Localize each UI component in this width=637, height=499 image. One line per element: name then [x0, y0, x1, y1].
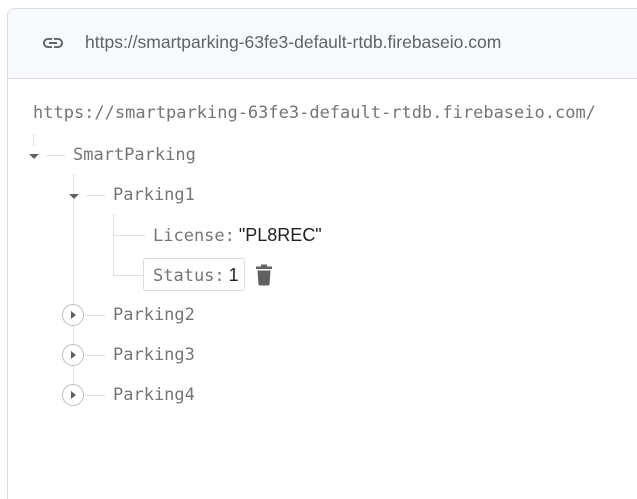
tree-connector-lines: [33, 134, 145, 396]
database-panel: https://smartparking-63fe3-default-rtdb.…: [7, 8, 637, 499]
database-root-url[interactable]: https://smartparking-63fe3-default-rtdb.…: [33, 103, 596, 123]
field-value[interactable]: 1: [229, 265, 239, 285]
trash-icon[interactable]: [254, 264, 274, 286]
field-key: License:: [153, 226, 235, 246]
field-value[interactable]: "PL8REC": [239, 225, 322, 245]
expand-arrow-icon[interactable]: [62, 344, 84, 366]
collapse-arrow-icon[interactable]: [69, 194, 79, 199]
field-key: Status:: [153, 266, 225, 286]
expand-arrow-icon[interactable]: [62, 384, 84, 406]
tree-node-parking4[interactable]: Parking4: [113, 385, 195, 405]
field-status[interactable]: Status: 1: [153, 265, 239, 287]
expand-arrow-icon[interactable]: [62, 304, 84, 326]
field-license[interactable]: License: "PL8REC": [153, 225, 322, 247]
tree-node-parking2[interactable]: Parking2: [113, 305, 195, 325]
collapse-arrow-icon[interactable]: [29, 154, 39, 159]
tree-node-parking3[interactable]: Parking3: [113, 345, 195, 365]
tree-node-parking1[interactable]: Parking1: [113, 185, 195, 205]
tree-node-smartparking[interactable]: SmartParking: [73, 145, 196, 165]
